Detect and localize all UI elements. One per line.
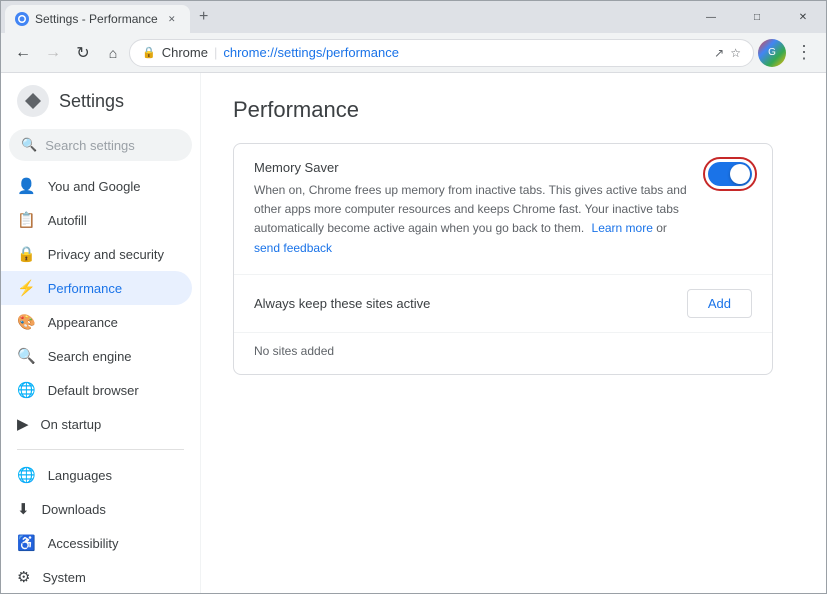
learn-more-link[interactable]: Learn more xyxy=(592,221,653,235)
sidebar-label-languages: Languages xyxy=(48,468,112,483)
sidebar-item-languages[interactable]: 🌐 Languages xyxy=(1,458,192,492)
memory-saver-toggle-container xyxy=(708,162,752,186)
system-icon: ⚙ xyxy=(17,568,30,586)
address-text: chrome://settings/performance xyxy=(223,45,708,60)
sidebar-label-appearance: Appearance xyxy=(48,315,118,330)
sidebar-item-privacy-security[interactable]: 🔒 Privacy and security xyxy=(1,237,192,271)
default-browser-icon: 🌐 xyxy=(17,381,36,399)
sidebar-item-you-and-google[interactable]: 👤 You and Google xyxy=(1,169,192,203)
search-placeholder: Search settings xyxy=(45,138,135,153)
sidebar-label-system: System xyxy=(42,570,85,585)
sidebar-item-search-engine[interactable]: 🔍 Search engine xyxy=(1,339,192,373)
settings-title: Settings xyxy=(59,91,124,112)
sidebar-label-default-browser: Default browser xyxy=(48,383,139,398)
sidebar-label-performance: Performance xyxy=(48,281,122,296)
no-sites-section: No sites added xyxy=(234,333,772,374)
share-icon[interactable]: ↗ xyxy=(714,46,724,60)
search-settings[interactable]: 🔍 Search settings xyxy=(9,129,192,161)
privacy-security-icon: 🔒 xyxy=(17,245,36,263)
close-button[interactable]: ✕ xyxy=(780,1,826,33)
new-tab-button[interactable]: + xyxy=(190,3,218,31)
minimize-button[interactable]: — xyxy=(688,1,734,33)
sidebar-label-downloads: Downloads xyxy=(42,502,106,517)
downloads-icon: ⬇ xyxy=(17,500,30,518)
sidebar-label-privacy-security: Privacy and security xyxy=(48,247,164,262)
sidebar-label-accessibility: Accessibility xyxy=(48,536,119,551)
tab-favicon xyxy=(15,12,29,26)
settings-logo xyxy=(17,85,49,117)
sidebar: Settings 🔍 Search settings 👤 You and Goo… xyxy=(1,73,201,593)
search-engine-icon: 🔍 xyxy=(17,347,36,365)
you-and-google-icon: 👤 xyxy=(17,177,36,195)
add-site-button[interactable]: Add xyxy=(687,289,752,318)
forward-button[interactable]: → xyxy=(39,39,67,67)
memory-saver-label: Memory Saver xyxy=(254,160,692,175)
sidebar-item-downloads[interactable]: ⬇ Downloads xyxy=(1,492,192,526)
languages-icon: 🌐 xyxy=(17,466,36,484)
tab-close-icon[interactable]: ✕ xyxy=(164,11,180,27)
no-sites-text: No sites added xyxy=(254,344,334,358)
maximize-button[interactable]: □ xyxy=(734,1,780,33)
always-active-label: Always keep these sites active xyxy=(254,296,430,311)
sidebar-item-system[interactable]: ⚙ System xyxy=(1,560,192,593)
memory-saver-text: Memory Saver When on, Chrome frees up me… xyxy=(254,160,692,258)
sidebar-label-on-startup: On startup xyxy=(41,417,102,432)
security-icon: 🔒 xyxy=(142,46,156,59)
sidebar-label-you-and-google: You and Google xyxy=(48,179,141,194)
search-icon: 🔍 xyxy=(21,137,37,153)
always-active-row: Always keep these sites active Add xyxy=(234,275,772,333)
sidebar-label-autofill: Autofill xyxy=(48,213,87,228)
on-startup-icon: ▶ xyxy=(17,415,29,433)
performance-icon: ⚡ xyxy=(17,279,36,297)
profile-icon[interactable]: G xyxy=(758,39,786,67)
page-title: Performance xyxy=(233,97,794,123)
memory-saver-description: When on, Chrome frees up memory from ina… xyxy=(254,181,692,258)
back-button[interactable]: ← xyxy=(9,39,37,67)
chrome-label: Chrome xyxy=(162,45,208,60)
address-separator: | xyxy=(214,45,217,60)
appearance-icon: 🎨 xyxy=(17,313,36,331)
menu-button[interactable]: ⋮ xyxy=(790,39,818,67)
sidebar-item-appearance[interactable]: 🎨 Appearance xyxy=(1,305,192,339)
sidebar-item-accessibility[interactable]: ♿ Accessibility xyxy=(1,526,192,560)
active-tab[interactable]: Settings - Performance ✕ xyxy=(5,5,190,33)
sidebar-label-search-engine: Search engine xyxy=(48,349,132,364)
reload-button[interactable]: ↻ xyxy=(69,39,97,67)
tab-title: Settings - Performance xyxy=(35,12,158,26)
bookmark-icon[interactable]: ☆ xyxy=(730,46,741,60)
send-feedback-link[interactable]: send feedback xyxy=(254,241,332,255)
memory-saver-card: Memory Saver When on, Chrome frees up me… xyxy=(233,143,773,375)
desc-or: or xyxy=(656,221,667,235)
home-button[interactable]: ⌂ xyxy=(99,39,127,67)
toggle-thumb xyxy=(730,164,750,184)
accessibility-icon: ♿ xyxy=(17,534,36,552)
content-area: Performance Memory Saver When on, Chrome… xyxy=(201,73,826,593)
address-bar[interactable]: 🔒 Chrome | chrome://settings/performance… xyxy=(129,39,754,67)
memory-saver-toggle[interactable] xyxy=(708,162,752,186)
sidebar-item-on-startup[interactable]: ▶ On startup xyxy=(1,407,192,441)
autofill-icon: 📋 xyxy=(17,211,36,229)
sidebar-item-autofill[interactable]: 📋 Autofill xyxy=(1,203,192,237)
sidebar-divider-1 xyxy=(17,449,184,450)
sidebar-item-performance[interactable]: ⚡ Performance xyxy=(1,271,192,305)
memory-saver-section: Memory Saver When on, Chrome frees up me… xyxy=(234,144,772,274)
sidebar-item-default-browser[interactable]: 🌐 Default browser xyxy=(1,373,192,407)
